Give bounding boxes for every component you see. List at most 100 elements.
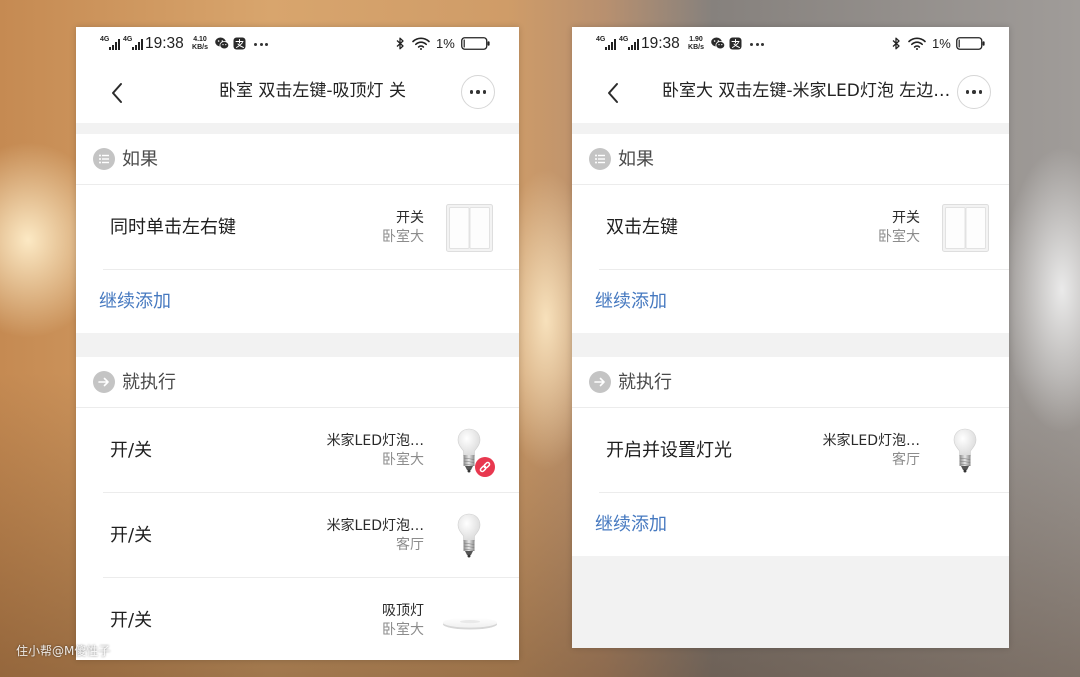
list-icon xyxy=(93,148,115,170)
watermark: 住小帮@M傻性子 xyxy=(16,644,111,658)
link-icon xyxy=(475,457,495,477)
network-speed-unit: KB/s xyxy=(192,44,208,51)
action-row[interactable]: 开/关 米家LED灯泡… 卧室大 xyxy=(76,408,519,493)
status-bar: 4G 4G 19:38 4.10 KB/s 1% xyxy=(76,27,519,60)
network-type-label: 4G xyxy=(100,36,110,43)
action-row[interactable]: 开启并设置灯光 米家LED灯泡… 客厅 xyxy=(572,408,1009,493)
more-icon[interactable] xyxy=(957,75,991,109)
page-header: 卧室大 双击左键-米家LED灯泡 左边… xyxy=(572,60,1009,123)
app-notification-icon xyxy=(233,37,246,50)
ceiling-light-icon xyxy=(443,617,497,630)
phone-screen-right: 4G 4G 19:38 1.90 KB/s 1% 卧室大 双击左键-米家LED灯… xyxy=(572,27,1009,648)
if-section: 如果 双击左键 开关 卧室大 继续添加 xyxy=(572,134,1009,333)
bluetooth-icon xyxy=(396,37,404,50)
network-type-label: 4G xyxy=(123,36,133,43)
then-section-label: 就执行 xyxy=(618,372,672,393)
add-condition-link[interactable]: 继续添加 xyxy=(595,270,667,333)
condition-row[interactable]: 同时单击左右键 开关 卧室大 xyxy=(76,185,519,270)
device-name: 开关 xyxy=(396,209,424,226)
network-speed: 4.10 KB/s xyxy=(188,36,212,52)
signal-icon: 4G xyxy=(596,36,616,50)
signal-icon: 4G xyxy=(619,36,639,50)
status-time: 19:38 xyxy=(641,35,680,52)
network-speed: 1.90 KB/s xyxy=(684,36,708,52)
bluetooth-icon xyxy=(892,37,900,50)
then-section-label: 就执行 xyxy=(122,372,176,393)
page-header: 卧室 双击左键-吸顶灯 关 xyxy=(76,60,519,123)
condition-row[interactable]: 双击左键 开关 卧室大 xyxy=(572,185,1009,270)
wechat-icon xyxy=(711,37,725,50)
device-name: 米家LED灯泡… xyxy=(326,432,424,449)
more-notifications-icon xyxy=(750,43,764,46)
network-speed-unit: KB/s xyxy=(688,44,704,51)
device-name: 吸顶灯 xyxy=(382,602,424,619)
wall-switch-icon xyxy=(446,204,493,252)
condition-title: 双击左键 xyxy=(606,217,678,238)
then-section-header: 就执行 xyxy=(76,357,519,408)
then-section: 就执行 开启并设置灯光 米家LED灯泡… 客厅 继续添加 xyxy=(572,357,1009,556)
status-bar: 4G 4G 19:38 1.90 KB/s 1% xyxy=(572,27,1009,60)
action-title: 开启并设置灯光 xyxy=(606,440,732,461)
action-device-info: 米家LED灯泡… 客厅 xyxy=(720,432,920,470)
then-section: 就执行 开/关 米家LED灯泡… 卧室大 开/关 米家LED灯泡… 客厅 开/关… xyxy=(76,357,519,660)
device-name: 米家LED灯泡… xyxy=(326,517,424,534)
room-name: 卧室大 xyxy=(382,228,424,245)
phone-screen-left: 4G 4G 19:38 4.10 KB/s 1% 卧室 双击左键-吸顶灯 关 如… xyxy=(76,27,519,660)
network-speed-value: 1.90 xyxy=(689,36,703,43)
room-name: 客厅 xyxy=(892,451,920,468)
action-title: 开/关 xyxy=(110,525,153,546)
led-bulb-icon xyxy=(457,513,481,558)
room-name: 卧室大 xyxy=(878,228,920,245)
status-time: 19:38 xyxy=(145,35,184,52)
action-row[interactable]: 开/关 米家LED灯泡… 客厅 xyxy=(76,493,519,578)
network-type-label: 4G xyxy=(619,36,629,43)
condition-title: 同时单击左右键 xyxy=(110,217,236,238)
action-device-info: 吸顶灯 卧室大 xyxy=(224,602,424,640)
add-action-link[interactable]: 继续添加 xyxy=(595,493,667,556)
back-chevron-icon[interactable] xyxy=(109,81,125,105)
back-chevron-icon[interactable] xyxy=(605,81,621,105)
if-section-header: 如果 xyxy=(572,134,1009,185)
then-section-header: 就执行 xyxy=(572,357,1009,408)
signal-icon: 4G xyxy=(100,36,120,50)
room-name: 卧室大 xyxy=(382,621,424,638)
network-type-label: 4G xyxy=(596,36,606,43)
if-section: 如果 同时单击左右键 开关 卧室大 继续添加 xyxy=(76,134,519,333)
add-condition-link[interactable]: 继续添加 xyxy=(99,270,171,333)
add-action-row: 继续添加 xyxy=(572,493,1009,556)
list-icon xyxy=(589,148,611,170)
if-section-label: 如果 xyxy=(618,149,654,170)
header-spacer xyxy=(572,123,1009,134)
action-title: 开/关 xyxy=(110,610,153,631)
action-row[interactable]: 开/关 吸顶灯 卧室大 xyxy=(76,578,519,660)
battery-percent: 1% xyxy=(932,36,951,51)
battery-icon xyxy=(461,37,490,50)
led-bulb-icon xyxy=(953,428,977,473)
battery-icon xyxy=(956,37,985,50)
wifi-icon xyxy=(908,37,926,50)
condition-device-info: 开关 卧室大 xyxy=(720,209,920,247)
action-device-info: 米家LED灯泡… 客厅 xyxy=(224,517,424,555)
wechat-icon xyxy=(215,37,229,50)
room-name: 卧室大 xyxy=(382,451,424,468)
more-icon[interactable] xyxy=(461,75,495,109)
header-spacer xyxy=(76,123,519,134)
arrow-right-circle-icon xyxy=(589,371,611,393)
room-name: 客厅 xyxy=(396,536,424,553)
page-title: 卧室 双击左键-吸顶灯 关 xyxy=(219,81,406,101)
wifi-icon xyxy=(412,37,430,50)
condition-device-info: 开关 卧室大 xyxy=(224,209,424,247)
page-title: 卧室大 双击左键-米家LED灯泡 左边… xyxy=(662,81,949,101)
device-name: 开关 xyxy=(892,209,920,226)
if-section-label: 如果 xyxy=(122,149,158,170)
app-notification-icon xyxy=(729,37,742,50)
add-condition-row: 继续添加 xyxy=(76,270,519,333)
wall-switch-icon xyxy=(942,204,989,252)
device-name: 米家LED灯泡… xyxy=(822,432,920,449)
signal-icon: 4G xyxy=(123,36,143,50)
battery-percent: 1% xyxy=(436,36,455,51)
network-speed-value: 4.10 xyxy=(193,36,207,43)
action-device-info: 米家LED灯泡… 卧室大 xyxy=(224,432,424,470)
